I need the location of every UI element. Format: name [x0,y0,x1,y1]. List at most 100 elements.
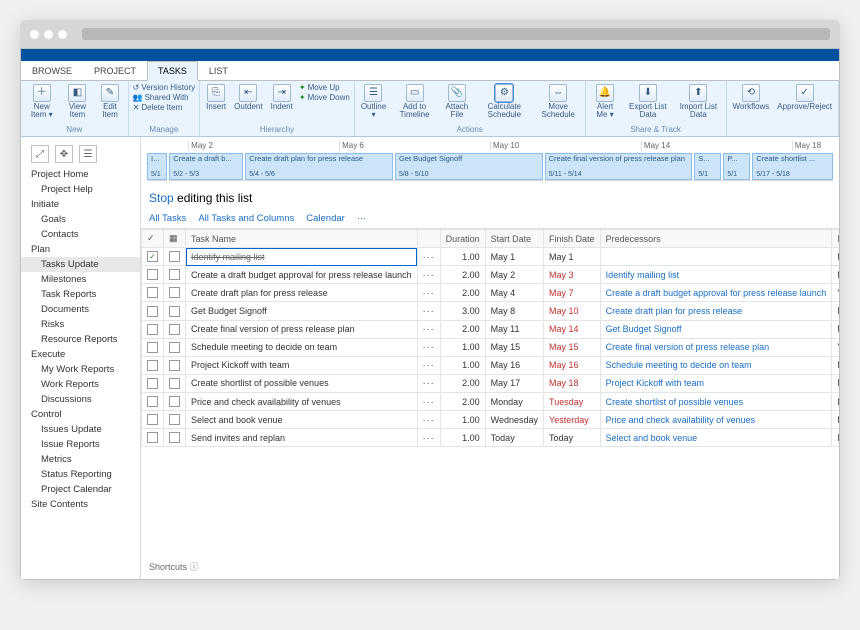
cell-milestone[interactable]: No [832,374,839,392]
row-menu[interactable]: ··· [417,429,440,447]
cell-finish[interactable]: May 16 [544,356,601,374]
cell-duration[interactable]: 1.00 [440,429,485,447]
tab-list[interactable]: LIST [198,61,239,80]
col-name[interactable]: Task Name [186,230,418,248]
row-checkbox[interactable] [147,324,158,335]
indent-button[interactable]: ⇥Indent [269,83,295,112]
row-menu[interactable]: ··· [417,356,440,374]
col-check[interactable]: ✓ [142,230,164,248]
row-checkbox[interactable] [147,342,158,353]
sidebar-item[interactable]: Resource Reports [21,332,140,347]
tab-tasks[interactable]: TASKS [147,61,198,81]
calculate-schedule-button[interactable]: ⚙Calculate Schedule [477,83,532,120]
sidebar-item[interactable]: Execute [21,347,140,362]
sidebar-item[interactable]: Metrics [21,452,140,467]
cell-name[interactable]: Send invites and replan [186,429,418,447]
cell-finish[interactable]: May 18 [544,374,601,392]
row-menu[interactable]: ··· [417,320,440,338]
cell-milestone[interactable]: No [832,393,839,411]
add-timeline-button[interactable]: ▭Add to Timeline [392,83,437,120]
cell-start[interactable]: May 16 [485,356,543,374]
row-checkbox[interactable] [147,269,158,280]
col-duration[interactable]: Duration [440,230,485,248]
cell-finish[interactable]: May 1 [544,248,601,266]
col-predecessors[interactable]: Predecessors [600,230,832,248]
col-icon[interactable]: ▦ [164,230,186,248]
row-menu[interactable]: ··· [417,338,440,356]
timeline-bar[interactable]: P...5/1 [723,153,750,180]
cell-duration[interactable]: 2.00 [440,284,485,302]
cell-duration[interactable]: 2.00 [440,393,485,411]
timeline-bar[interactable]: Get Budget Signoff5/8 - 5/10 [395,153,543,180]
view-item-button[interactable]: ◧View Item [63,83,93,120]
row-checkbox[interactable] [147,306,158,317]
sidebar-item[interactable]: Goals [21,212,140,227]
cell-duration[interactable]: 2.00 [440,266,485,284]
cell-duration[interactable]: 1.00 [440,356,485,374]
sidebar-item[interactable]: Issues Update [21,422,140,437]
table-row[interactable]: Create a draft budget approval for press… [142,266,840,284]
row-checkbox[interactable] [147,396,158,407]
cell-duration[interactable]: 1.00 [440,338,485,356]
timeline-bar[interactable]: S...5/1 [694,153,721,180]
sidebar-item[interactable]: Initiate [21,197,140,212]
sidebar-item[interactable]: Risks [21,317,140,332]
sb-move-icon[interactable]: ✥ [55,145,73,163]
move-up-button[interactable]: ✦ Move Up [299,83,350,92]
cell-milestone[interactable]: No [832,356,839,374]
cell-name[interactable]: Schedule meeting to decide on team [186,338,418,356]
cell-milestone[interactable]: No [832,302,839,320]
row-menu[interactable]: ··· [417,248,440,266]
cell-duration[interactable]: 1.00 [440,411,485,429]
version-history-button[interactable]: ↺Version History [133,83,196,92]
cell-name[interactable]: Project Kickoff with team [186,356,418,374]
cell-start[interactable]: Monday [485,393,543,411]
cell-name[interactable]: Price and check availability of venues [186,393,418,411]
row-checkbox[interactable] [147,251,158,262]
sidebar-item[interactable]: Control [21,407,140,422]
cell-start[interactable]: May 2 [485,266,543,284]
table-row[interactable]: Select and book venue···1.00WednesdayYes… [142,411,840,429]
view-all-columns[interactable]: All Tasks and Columns [198,213,294,224]
cell-milestone[interactable]: Yes [832,284,839,302]
table-row[interactable]: Create draft plan for press release···2.… [142,284,840,302]
cell-name[interactable]: Identify mailing list [186,248,418,266]
cell-start[interactable]: May 11 [485,320,543,338]
sidebar-item[interactable]: Plan [21,242,140,257]
sidebar-item[interactable]: My Work Reports [21,362,140,377]
table-row[interactable]: Get Budget Signoff···3.00May 8May 10Crea… [142,302,840,320]
cell-predecessor[interactable]: Get Budget Signoff [600,320,832,338]
cell-milestone[interactable]: No [832,320,839,338]
cell-start[interactable]: May 1 [485,248,543,266]
cell-start[interactable]: Wednesday [485,411,543,429]
cell-finish[interactable]: May 3 [544,266,601,284]
approve-reject-button[interactable]: ✓Approve/Reject [775,83,834,112]
cell-predecessor[interactable]: Create final version of press release pl… [600,338,832,356]
timeline-bar[interactable]: I...5/1 [147,153,167,180]
cell-start[interactable]: Today [485,429,543,447]
attach-file-button[interactable]: 📎Attach File [441,83,473,120]
cell-duration[interactable]: 1.00 [440,248,485,266]
shortcuts-link[interactable]: Shortcuts ⓘ [141,554,839,579]
sb-list-icon[interactable]: ☰ [79,145,97,163]
cell-start[interactable]: May 15 [485,338,543,356]
cell-milestone[interactable]: No [832,266,839,284]
sidebar-item[interactable]: Discussions [21,392,140,407]
row-checkbox[interactable] [147,287,158,298]
row-checkbox[interactable] [147,378,158,389]
cell-predecessor[interactable]: Create a draft budget approval for press… [600,284,832,302]
sidebar-item[interactable]: Tasks Update [21,257,140,272]
table-row[interactable]: Send invites and replan···1.00TodayToday… [142,429,840,447]
cell-start[interactable]: May 8 [485,302,543,320]
outline-button[interactable]: ☰Outline ▾ [359,83,388,120]
row-menu[interactable]: ··· [417,411,440,429]
table-row[interactable]: Identify mailing list···1.00May 1May 1No… [142,248,840,266]
timeline-bar[interactable]: Create draft plan for press release5/4 -… [245,153,393,180]
cell-predecessor[interactable]: Project Kickoff with team [600,374,832,392]
table-row[interactable]: Create shortlist of possible venues···2.… [142,374,840,392]
cell-milestone[interactable]: Yes [832,338,839,356]
cell-finish[interactable]: Tuesday [544,393,601,411]
task-grid[interactable]: ✓ ▦ Task Name Duration Start Date Finish… [141,229,839,554]
insert-button[interactable]: ⎘Insert [204,83,228,112]
col-start[interactable]: Start Date [485,230,543,248]
